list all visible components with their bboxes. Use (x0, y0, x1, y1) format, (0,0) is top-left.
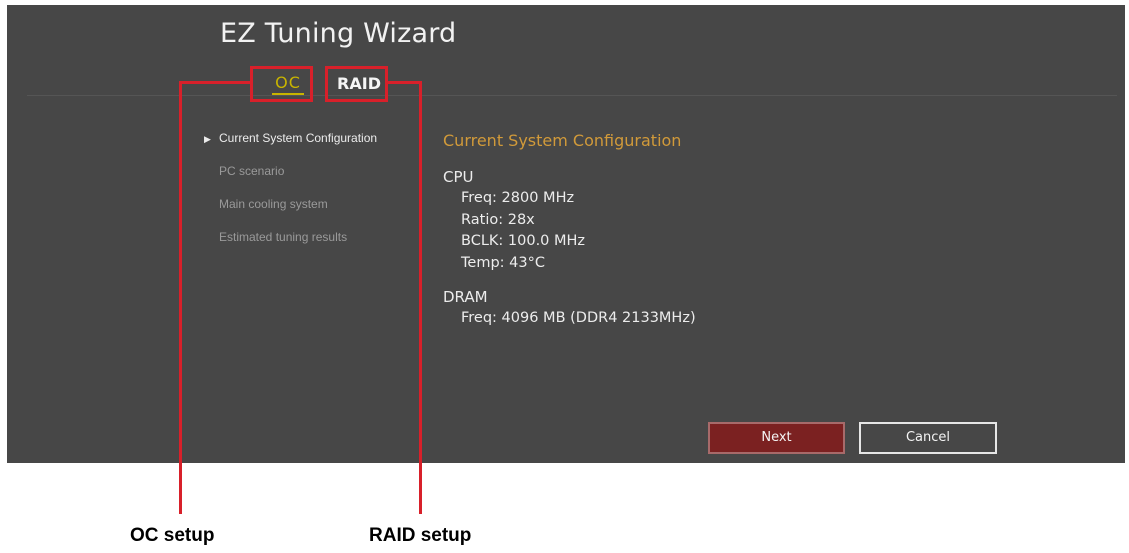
cancel-button[interactable]: Cancel (859, 422, 997, 454)
oc-leader-vertical (179, 81, 182, 514)
cpu-title: CPU (443, 168, 474, 186)
nav-item-label: Estimated tuning results (219, 230, 348, 244)
header-divider (27, 95, 1117, 96)
next-button[interactable]: Next (708, 422, 845, 454)
nav-item-main-cooling-system[interactable]: Main cooling system (204, 197, 377, 230)
cpu-freq: Freq: 2800 MHz (461, 190, 575, 206)
section-heading: Current System Configuration (443, 131, 682, 150)
nav-item-label: Main cooling system (219, 197, 328, 211)
nav-item-pc-scenario[interactable]: PC scenario (204, 164, 377, 197)
nav-item-estimated-tuning-results[interactable]: Estimated tuning results (204, 230, 377, 263)
dram-title: DRAM (443, 288, 488, 306)
nav-item-current-system-configuration[interactable]: ▶ Current System Configuration (204, 131, 377, 164)
cpu-ratio: Ratio: 28x (461, 211, 535, 228)
nav-item-label: Current System Configuration (219, 131, 378, 145)
bios-screen: EZ Tuning Wizard OC RAID ▶ Current System… (7, 5, 1125, 463)
configuration-panel: Current System Configuration CPU Freq: 2… (443, 131, 696, 332)
wizard-title: EZ Tuning Wizard (220, 18, 457, 49)
nav-item-label: PC scenario (219, 164, 285, 178)
raid-setup-caption: RAID setup (369, 525, 472, 546)
cpu-temp: Temp: 43°C (461, 254, 545, 271)
tab-raid-label: RAID (337, 74, 381, 93)
oc-leader-horizontal (179, 81, 252, 84)
wizard-step-list: ▶ Current System Configuration PC scenari… (204, 131, 377, 263)
annotated-figure: EZ Tuning Wizard OC RAID ▶ Current System… (0, 0, 1129, 553)
cpu-bclk: BCLK: 100.0 MHz (461, 233, 586, 249)
oc-setup-caption: OC setup (130, 525, 215, 546)
raid-leader-horizontal (386, 81, 422, 84)
tab-oc[interactable]: OC (258, 68, 318, 102)
triangle-right-icon: ▶ (204, 134, 211, 144)
tab-oc-label: OC (272, 73, 304, 95)
raid-leader-vertical (419, 81, 422, 514)
dram-freq: Freq: 4096 MB (DDR4 2133MHz) (461, 310, 696, 326)
tab-raid[interactable]: RAID (328, 68, 390, 102)
